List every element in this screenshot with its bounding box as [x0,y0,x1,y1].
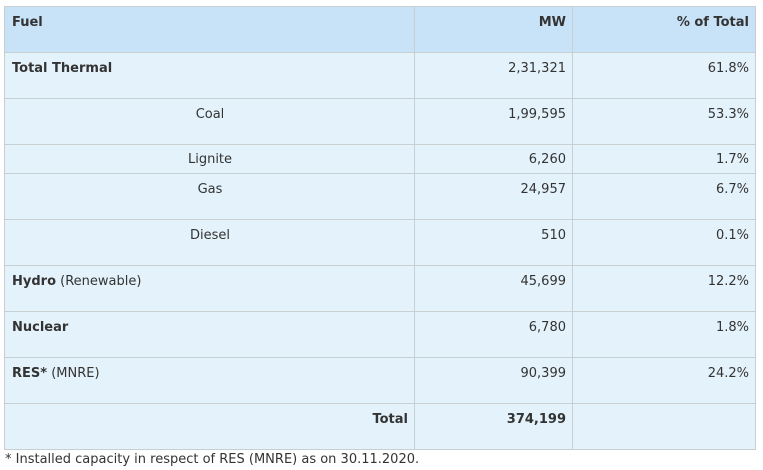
percent-cell: 1.7% [572,144,756,174]
fuel-cell: Gas [4,173,415,220]
header-percent: % of Total [572,6,756,53]
fuel-name: RES* [12,366,48,381]
percent-cell: 61.8% [572,52,756,99]
mw-cell: 24,957 [414,173,573,220]
mw-cell: 510 [414,219,573,266]
fuel-qualifier: (MNRE) [51,366,100,381]
table-row-diesel: Diesel 510 0.1% [4,219,756,266]
fuel-cell: Total Thermal [4,52,415,99]
mw-cell: 90,399 [414,357,573,404]
table-row-total: Total 374,199 [4,403,756,450]
table-row-gas: Gas 24,957 6.7% [4,173,756,220]
total-percent [572,403,756,450]
fuel-qualifier: (Renewable) [60,274,142,289]
table-row-res: RES* (MNRE) 90,399 24.2% [4,357,756,404]
percent-cell: 24.2% [572,357,756,404]
percent-cell: 0.1% [572,219,756,266]
total-label: Total [4,403,415,450]
mw-cell: 1,99,595 [414,98,573,145]
table-row-nuclear: Nuclear 6,780 1.8% [4,311,756,358]
fuel-name: Hydro [12,274,57,289]
mw-cell: 6,260 [414,144,573,174]
fuel-cell: Coal [4,98,415,145]
percent-cell: 12.2% [572,265,756,312]
footnote: * Installed capacity in respect of RES (… [5,452,420,467]
installed-capacity-table: Fuel MW % of Total Total Thermal 2,31,32… [4,6,756,450]
table-header-row: Fuel MW % of Total [4,6,756,53]
fuel-name: Nuclear [12,320,69,335]
fuel-cell: RES* (MNRE) [4,357,415,404]
total-mw: 374,199 [414,403,573,450]
header-fuel: Fuel [4,6,415,53]
fuel-name: Total Thermal [12,61,113,76]
percent-cell: 1.8% [572,311,756,358]
table-row-hydro: Hydro (Renewable) 45,699 12.2% [4,265,756,312]
percent-cell: 6.7% [572,173,756,220]
header-mw: MW [414,6,573,53]
table-row-coal: Coal 1,99,595 53.3% [4,98,756,145]
fuel-cell: Nuclear [4,311,415,358]
table-row-total-thermal: Total Thermal 2,31,321 61.8% [4,52,756,99]
mw-cell: 2,31,321 [414,52,573,99]
mw-cell: 6,780 [414,311,573,358]
mw-cell: 45,699 [414,265,573,312]
percent-cell: 53.3% [572,98,756,145]
fuel-cell: Diesel [4,219,415,266]
fuel-cell: Hydro (Renewable) [4,265,415,312]
fuel-cell: Lignite [4,144,415,174]
table-row-lignite: Lignite 6,260 1.7% [4,144,756,174]
